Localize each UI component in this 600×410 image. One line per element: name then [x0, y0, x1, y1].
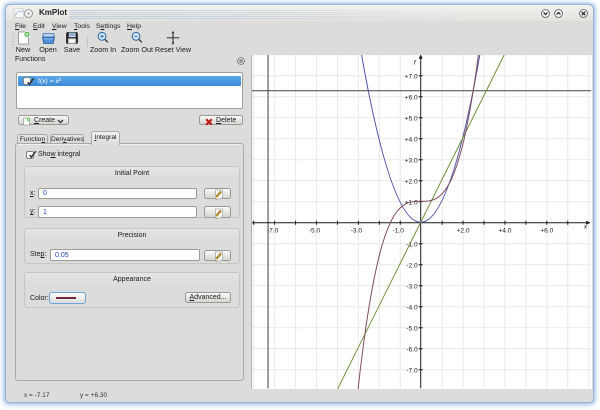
svg-text:-3.0: -3.0 — [406, 283, 418, 290]
svg-text:+4.0: +4.0 — [405, 136, 418, 143]
svg-text:+7.0: +7.0 — [405, 73, 418, 80]
svg-text:+5.0: +5.0 — [405, 115, 418, 122]
svg-text:+1.0: +1.0 — [405, 199, 418, 206]
svg-text:-3.0: -3.0 — [351, 227, 363, 234]
svg-text:+6.0: +6.0 — [540, 227, 553, 234]
svg-text:-1.0: -1.0 — [393, 227, 405, 234]
svg-text:-7.0: -7.0 — [267, 227, 279, 234]
svg-text:-5.0: -5.0 — [309, 227, 321, 234]
svg-text:+2.0: +2.0 — [457, 227, 470, 234]
svg-text:+4.0: +4.0 — [498, 227, 511, 234]
svg-text:-2.0: -2.0 — [406, 262, 418, 269]
svg-text:-6.0: -6.0 — [406, 346, 418, 353]
svg-text:-4.0: -4.0 — [406, 304, 418, 311]
svg-text:+6.0: +6.0 — [405, 94, 418, 101]
svg-text:x: x — [583, 223, 588, 230]
svg-text:f: f — [414, 59, 417, 66]
svg-text:+2.0: +2.0 — [405, 178, 418, 185]
svg-text:-7.0: -7.0 — [406, 367, 418, 374]
svg-text:+3.0: +3.0 — [405, 157, 418, 164]
svg-text:-5.0: -5.0 — [406, 325, 418, 332]
